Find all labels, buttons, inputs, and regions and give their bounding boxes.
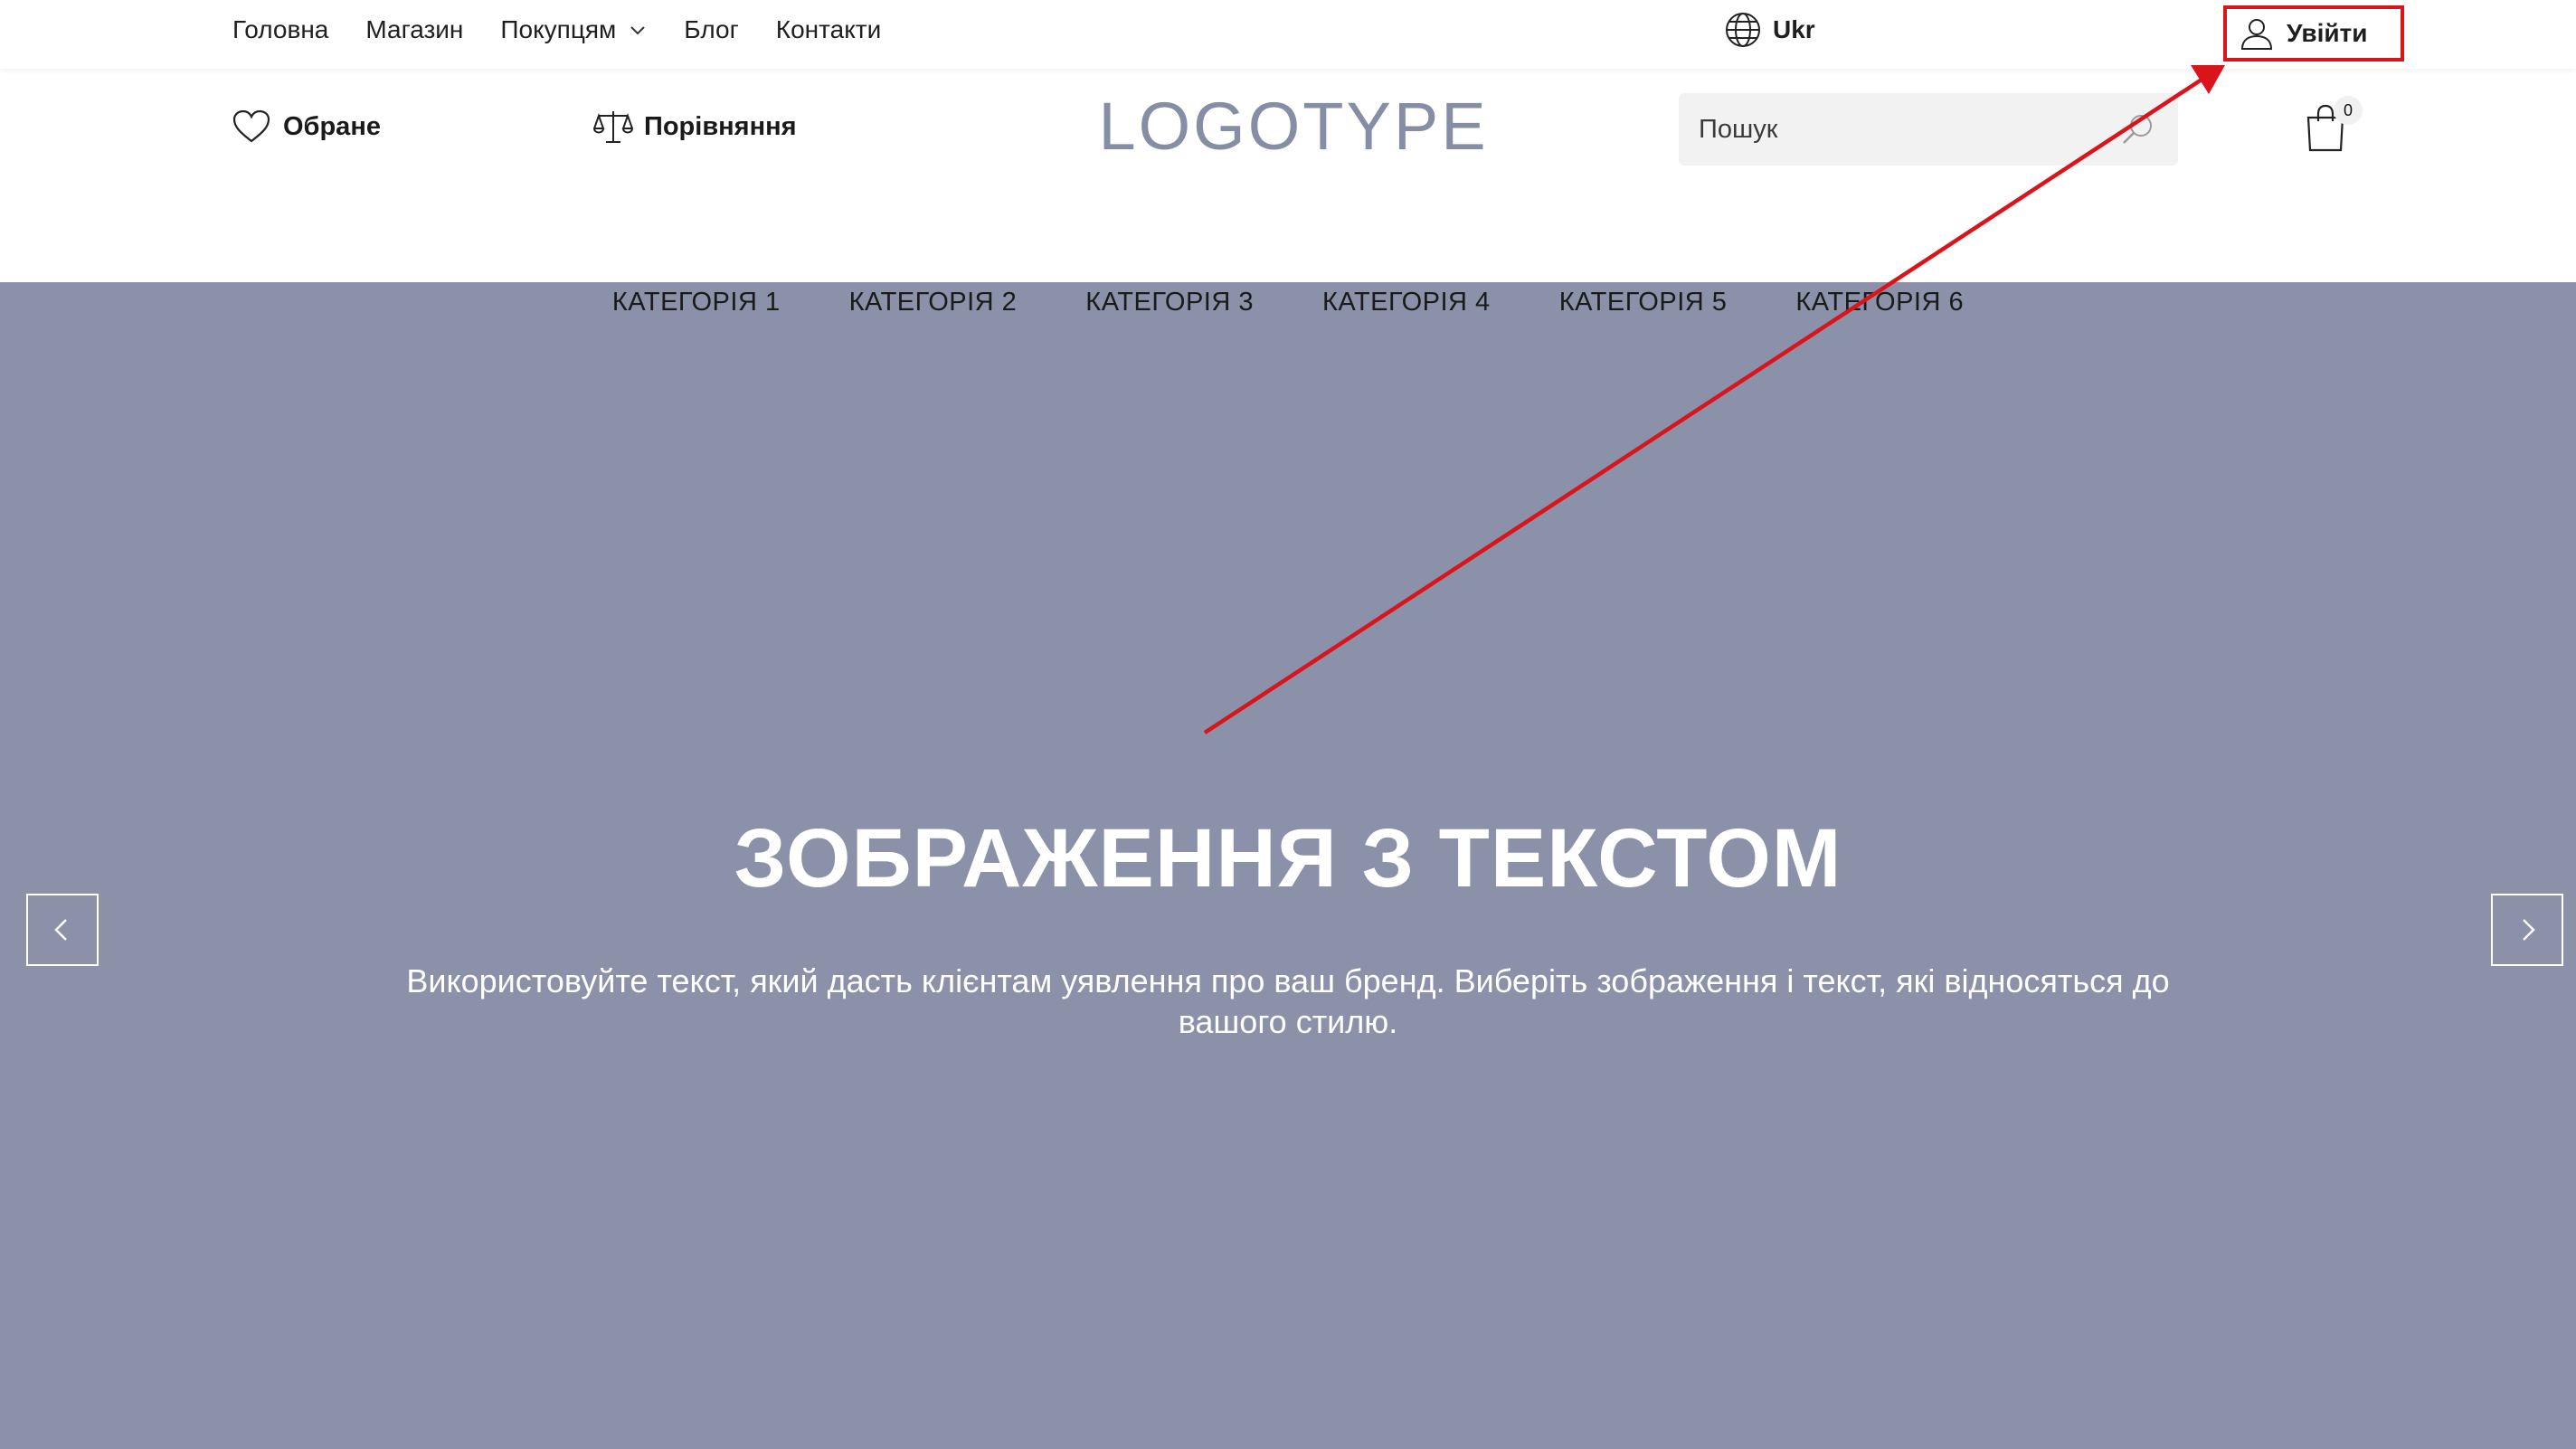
- search-icon: [2123, 115, 2152, 144]
- hero-title: ЗОБРАЖЕННЯ З ТЕКСТОМ: [734, 812, 1842, 904]
- top-utility-bar: Головна Магазин Покупцям Блог Контакти U…: [0, 0, 2576, 69]
- category-link-4[interactable]: КАТЕГОРІЯ 4: [1322, 288, 1491, 317]
- favorites-link[interactable]: Обране: [232, 107, 381, 147]
- site-header: Обране Порівняння LOGOTYPE 0 КАТЕГ: [0, 69, 2576, 317]
- category-link-3[interactable]: КАТЕГОРІЯ 3: [1085, 288, 1254, 317]
- nav-link-label: Головна: [232, 15, 329, 43]
- nav-link-label: Контакти: [775, 15, 882, 43]
- nav-link-shop[interactable]: Магазин: [365, 15, 463, 44]
- top-nav: Головна Магазин Покупцям Блог Контакти: [232, 0, 918, 60]
- nav-link-home[interactable]: Головна: [232, 15, 328, 44]
- category-link-1[interactable]: КАТЕГОРІЯ 1: [612, 288, 781, 317]
- nav-link-label: Магазин: [365, 15, 464, 43]
- site-logo[interactable]: LOGOTYPE: [1085, 90, 1501, 163]
- chevron-left-icon: [54, 919, 67, 941]
- category-link-2[interactable]: КАТЕГОРІЯ 2: [849, 288, 1018, 317]
- globe-icon: [1726, 13, 1760, 47]
- language-switcher[interactable]: Ukr: [1724, 0, 1815, 60]
- nav-link-label: Блог: [684, 15, 739, 43]
- login-button[interactable]: Увійти: [2223, 5, 2404, 62]
- login-label: Увійти: [2287, 19, 2368, 47]
- compare-label: Порівняння: [644, 111, 797, 141]
- nav-link-label: Покупцям: [500, 15, 617, 43]
- nav-link-blog[interactable]: Блог: [684, 15, 739, 44]
- slider-next-button[interactable]: [2491, 894, 2563, 966]
- user-icon: [2240, 19, 2273, 50]
- category-link-5[interactable]: КАТЕГОРІЯ 5: [1559, 288, 1728, 317]
- search-button[interactable]: [2111, 102, 2165, 156]
- scales-icon: [593, 111, 633, 143]
- hero-slider: ЗОБРАЖЕННЯ З ТЕКСТОМ Використовуйте текс…: [0, 282, 2576, 1449]
- language-label: Ukr: [1773, 15, 1815, 43]
- category-nav: КАТЕГОРІЯ 1 КАТЕГОРІЯ 2 КАТЕГОРІЯ 3 КАТЕ…: [0, 280, 2576, 324]
- category-link-6[interactable]: КАТЕГОРІЯ 6: [1795, 288, 1964, 317]
- hero-text: Використовуйте текст, який дасть клієнта…: [406, 962, 2170, 1040]
- chevron-right-icon: [2523, 919, 2535, 941]
- cart-count-badge: 0: [2334, 96, 2363, 125]
- chevron-down-icon: [630, 26, 645, 35]
- nav-link-contacts[interactable]: Контакти: [776, 15, 881, 44]
- search-box: [1679, 93, 2178, 166]
- cart-button[interactable]: 0: [2303, 96, 2363, 156]
- nav-link-customers[interactable]: Покупцям: [500, 15, 647, 44]
- compare-link[interactable]: Порівняння: [593, 107, 797, 147]
- favorites-label: Обране: [283, 111, 381, 141]
- search-input[interactable]: [1679, 93, 2111, 166]
- heart-icon: [232, 109, 270, 143]
